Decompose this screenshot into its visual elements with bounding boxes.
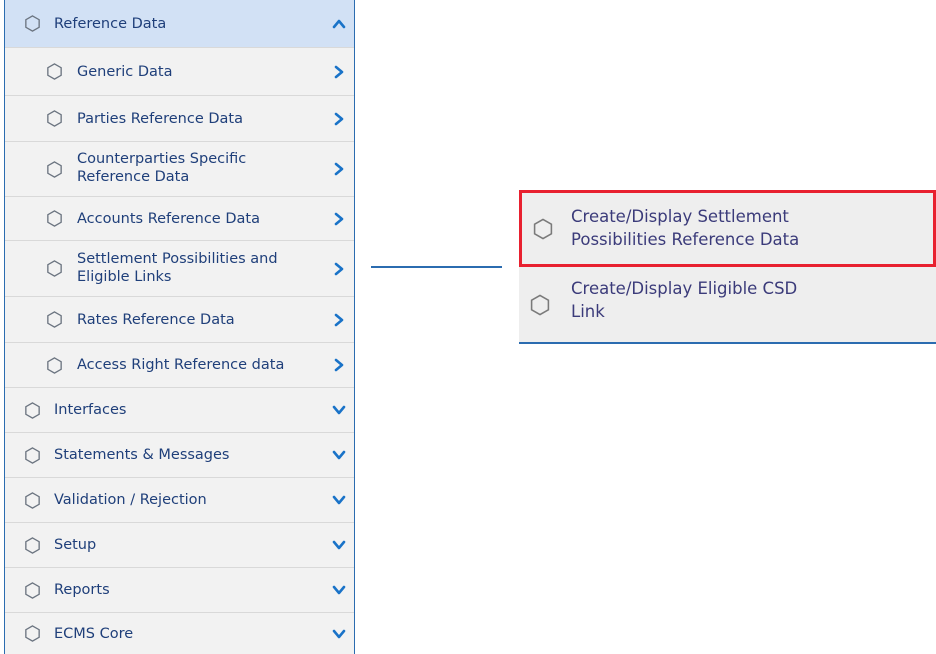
hexagon-outline-icon xyxy=(23,581,42,600)
hexagon-outline-icon xyxy=(23,446,42,465)
submenu-item-label-line2: Eligible Links xyxy=(77,269,172,285)
submenu-item-rates-reference-data[interactable]: Rates Reference Data xyxy=(5,297,354,343)
submenu-item-counterparties-specific-reference-data[interactable]: Counterparties Specific Reference Data xyxy=(5,142,354,197)
menu-item-label: ECMS Core xyxy=(54,625,134,642)
panel-item-label-line1: Create/Display Eligible CSD xyxy=(571,279,798,298)
menu-item-label: Reports xyxy=(54,582,110,598)
menu-item-validation-rejection[interactable]: Validation / Rejection xyxy=(5,478,354,523)
create-display-settlement-possibilities-item[interactable]: Create/Display Settlement Possibilities … xyxy=(519,190,936,267)
hexagon-outline-icon xyxy=(23,401,42,420)
chevron-down-icon[interactable] xyxy=(332,583,346,597)
panel-item-label-line1: Create/Display Settlement xyxy=(571,207,789,226)
menu-item-interfaces[interactable]: Interfaces xyxy=(5,388,354,433)
submenu-item-label: Settlement Possibilities and Eligible Li… xyxy=(77,250,278,286)
menu-item-statements-messages[interactable]: Statements & Messages xyxy=(5,433,354,478)
menu-item-reference-data[interactable]: Reference Data xyxy=(5,0,354,48)
chevron-down-icon[interactable] xyxy=(332,627,346,641)
hexagon-outline-icon xyxy=(45,356,64,375)
hexagon-outline-icon xyxy=(531,217,555,241)
chevron-right-icon[interactable] xyxy=(332,262,346,276)
callout-submenu-panel: Create/Display Settlement Possibilities … xyxy=(519,190,936,344)
menu-item-label: Validation / Rejection xyxy=(54,492,207,508)
chevron-down-icon[interactable] xyxy=(332,403,346,417)
chevron-down-icon[interactable] xyxy=(332,448,346,462)
panel-item-label: Create/Display Eligible CSD Link xyxy=(571,277,797,323)
submenu-item-parties-reference-data[interactable]: Parties Reference Data xyxy=(5,96,354,142)
hexagon-outline-icon xyxy=(45,259,64,278)
submenu-item-label: Accounts Reference Data xyxy=(77,210,260,227)
connector-line xyxy=(371,266,502,268)
menu-item-label: Statements & Messages xyxy=(54,447,230,463)
hexagon-outline-icon xyxy=(23,14,42,33)
chevron-down-icon[interactable] xyxy=(332,538,346,552)
chevron-down-icon[interactable] xyxy=(332,493,346,507)
submenu-item-label-line1: Counterparties Specific xyxy=(77,151,247,167)
submenu-item-label: Access Right Reference data xyxy=(77,357,285,373)
hexagon-outline-icon xyxy=(45,209,64,228)
navigation-menu: Reference Data Generic Data Parties Refe… xyxy=(4,0,355,654)
hexagon-outline-icon xyxy=(45,62,64,81)
chevron-right-icon[interactable] xyxy=(332,162,346,176)
hexagon-outline-icon xyxy=(23,491,42,510)
menu-item-label: Reference Data xyxy=(54,15,167,32)
chevron-right-icon[interactable] xyxy=(332,65,346,79)
submenu-item-label-line1: Settlement Possibilities and xyxy=(77,251,278,267)
hexagon-outline-icon xyxy=(45,109,64,128)
panel-item-label: Create/Display Settlement Possibilities … xyxy=(571,205,799,251)
menu-item-ecms-core[interactable]: ECMS Core xyxy=(5,613,354,654)
submenu-item-label: Rates Reference Data xyxy=(77,311,235,328)
hexagon-outline-icon xyxy=(23,536,42,555)
panel-item-label-line2: Possibilities Reference Data xyxy=(571,230,800,249)
menu-item-label: Interfaces xyxy=(54,402,127,418)
hexagon-outline-icon xyxy=(23,624,42,643)
submenu-item-generic-data[interactable]: Generic Data xyxy=(5,48,354,96)
submenu-item-settlement-possibilities[interactable]: Settlement Possibilities and Eligible Li… xyxy=(5,241,354,297)
chevron-right-icon[interactable] xyxy=(332,358,346,372)
chevron-right-icon[interactable] xyxy=(332,313,346,327)
menu-item-setup[interactable]: Setup xyxy=(5,523,354,568)
submenu-item-accounts-reference-data[interactable]: Accounts Reference Data xyxy=(5,197,354,241)
submenu-item-label: Generic Data xyxy=(77,63,173,80)
hexagon-outline-icon xyxy=(528,293,552,317)
chevron-up-icon[interactable] xyxy=(332,17,346,31)
menu-item-label: Setup xyxy=(54,537,97,553)
chevron-right-icon[interactable] xyxy=(332,112,346,126)
submenu-item-label: Counterparties Specific Reference Data xyxy=(77,150,246,186)
submenu-item-label: Parties Reference Data xyxy=(77,110,243,127)
hexagon-outline-icon xyxy=(45,160,64,179)
submenu-item-label-line2: Reference Data xyxy=(77,169,190,185)
chevron-right-icon[interactable] xyxy=(332,212,346,226)
create-display-eligible-csd-link-item[interactable]: Create/Display Eligible CSD Link xyxy=(519,267,936,342)
hexagon-outline-icon xyxy=(45,310,64,329)
panel-item-label-line2: Link xyxy=(571,302,605,321)
menu-item-reports[interactable]: Reports xyxy=(5,568,354,613)
submenu-item-access-right-reference-data[interactable]: Access Right Reference data xyxy=(5,343,354,388)
